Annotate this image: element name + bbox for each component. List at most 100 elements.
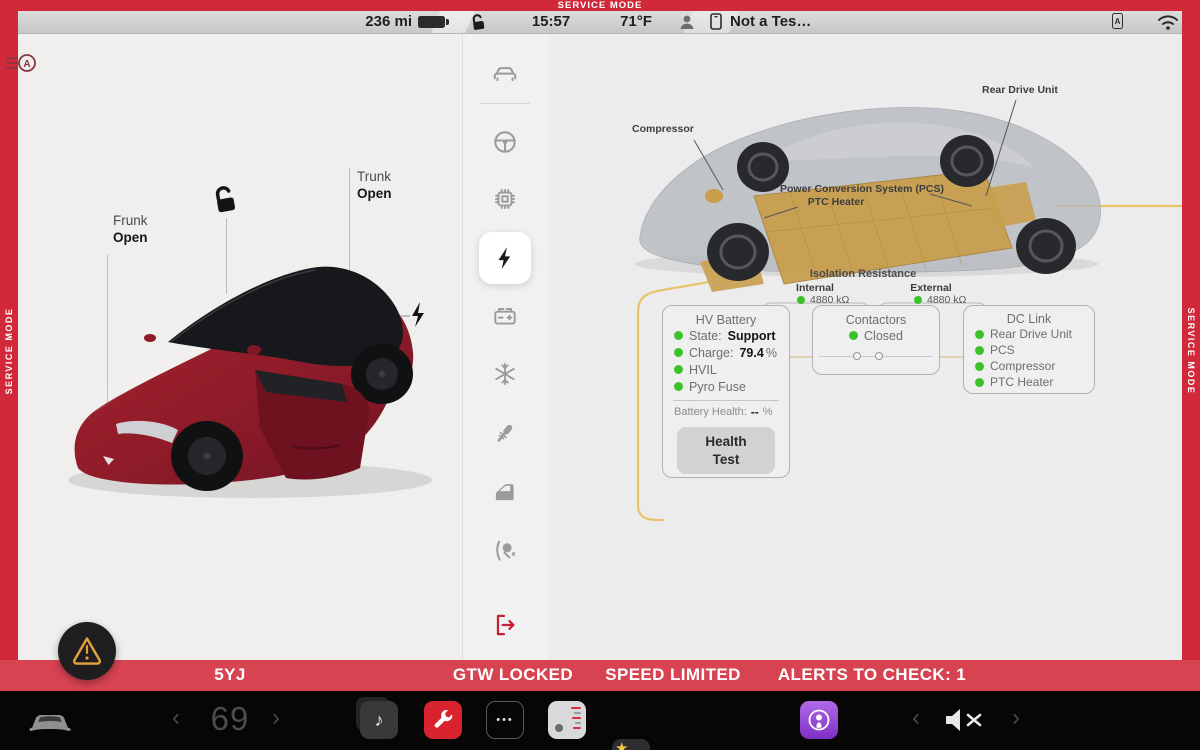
dc-link-row: Compressor bbox=[964, 358, 1094, 374]
contactor-terminal bbox=[875, 352, 883, 360]
driver-profile-icon[interactable] bbox=[678, 14, 696, 30]
vehicle-illustration bbox=[55, 250, 445, 500]
outside-temperature[interactable]: 71°F bbox=[604, 13, 668, 30]
tuner-tick bbox=[573, 727, 581, 729]
health-unit: % bbox=[763, 406, 773, 418]
status-dot bbox=[674, 382, 683, 391]
status-dot bbox=[674, 348, 683, 357]
sidebar-item-steering[interactable] bbox=[479, 116, 531, 168]
contactor-terminal bbox=[853, 352, 861, 360]
warning-triangle-icon bbox=[70, 636, 104, 666]
shock-absorber-icon bbox=[491, 419, 519, 447]
temp-decrease-chevron[interactable]: ‹ bbox=[172, 703, 180, 733]
service-mode-label-left: SERVICE MODE bbox=[4, 308, 14, 395]
door-icon bbox=[491, 478, 519, 506]
dc-link-row: Rear Drive Unit bbox=[964, 326, 1094, 342]
trunk-state: Open bbox=[357, 186, 392, 201]
trunk-label: Trunk bbox=[357, 169, 391, 184]
cabin-temperature[interactable]: 69 bbox=[198, 700, 262, 738]
music-note-glyph: ♪ bbox=[375, 710, 384, 731]
temp-increase-chevron[interactable]: › bbox=[272, 703, 280, 733]
trunk-status[interactable]: Trunk Open bbox=[357, 168, 392, 202]
volume-muted-icon[interactable] bbox=[942, 706, 986, 734]
battery-health-row: Battery Health: -- % bbox=[663, 404, 789, 420]
vin-label: 5YJ bbox=[214, 665, 245, 685]
sidebar-item-thermal[interactable] bbox=[479, 348, 531, 400]
toybox-app-icon[interactable]: ★ bbox=[612, 739, 650, 750]
star-shape: ★ bbox=[615, 739, 628, 750]
hv-charge-row: Charge: 79.4% bbox=[663, 344, 789, 361]
service-app-icon[interactable] bbox=[424, 701, 462, 739]
unlocked-icon[interactable] bbox=[468, 12, 488, 32]
auto-headlight-icon: A bbox=[4, 50, 40, 78]
hv-hvil-row: HVIL bbox=[663, 361, 789, 378]
rear-drive-unit-label: Rear Drive Unit bbox=[982, 84, 1058, 96]
sidebar-item-closures[interactable] bbox=[479, 466, 531, 518]
isolation-external-value: 4880 kΩ bbox=[927, 294, 966, 306]
compressor-label: Compressor bbox=[632, 123, 694, 135]
sidebar-item-vehicle[interactable] bbox=[479, 47, 531, 99]
all-apps-icon[interactable]: ••• bbox=[486, 701, 524, 739]
frunk-label: Frunk bbox=[113, 213, 148, 228]
pcs-label: Power Conversion System (PCS) bbox=[762, 183, 962, 195]
sidebar-item-airbag[interactable] bbox=[479, 525, 531, 577]
podcasts-icon bbox=[806, 707, 832, 733]
sidebar-item-low-voltage-battery[interactable] bbox=[479, 290, 531, 342]
podcasts-app-icon[interactable] bbox=[800, 701, 838, 739]
12v-battery-icon bbox=[491, 302, 519, 330]
media-app-icon[interactable]: ♪ bbox=[360, 701, 398, 739]
alerts-warning-button[interactable] bbox=[58, 622, 116, 680]
charge-label: Charge: bbox=[689, 346, 733, 360]
bluetooth-device-name[interactable]: Not a Tes… bbox=[730, 13, 811, 30]
battery-icon bbox=[418, 16, 445, 28]
status-bar bbox=[18, 11, 1182, 34]
status-dot bbox=[674, 365, 683, 374]
sidebar-item-modules[interactable] bbox=[479, 173, 531, 225]
snowflake-icon bbox=[491, 360, 519, 388]
status-dot bbox=[975, 362, 984, 371]
airbag-icon bbox=[491, 537, 519, 565]
vehicle-unlocked-icon[interactable] bbox=[208, 184, 240, 216]
contactors-state: Closed bbox=[864, 329, 903, 343]
tesla-service-mode-screen: 236 mi 15:57 71°F Not a Tes… A SERVICE M… bbox=[0, 0, 1200, 750]
volume-down-chevron[interactable]: ‹ bbox=[912, 703, 920, 733]
volume-up-chevron[interactable]: › bbox=[1012, 703, 1020, 733]
dc-link-row: PCS bbox=[964, 342, 1094, 358]
pyro-label: Pyro Fuse bbox=[689, 380, 746, 394]
tuner-tick bbox=[571, 707, 581, 709]
status-dot bbox=[849, 331, 858, 340]
phone-icon bbox=[710, 13, 722, 30]
tuner-knob bbox=[555, 724, 563, 732]
status-dot bbox=[975, 346, 984, 355]
frunk-status[interactable]: Frunk Open bbox=[113, 212, 148, 246]
vehicle-controls-icon[interactable] bbox=[26, 702, 74, 738]
wifi-icon[interactable] bbox=[1156, 13, 1180, 31]
ellipsis-glyph: ••• bbox=[496, 714, 514, 726]
internal-status-dot bbox=[797, 296, 805, 304]
isolation-internal-label: Internal bbox=[775, 282, 855, 294]
contactors-state-row: Closed bbox=[813, 327, 939, 344]
chip-icon bbox=[491, 185, 519, 213]
sidebar-item-exit-service[interactable] bbox=[479, 599, 531, 651]
status-dot bbox=[674, 331, 683, 340]
logout-icon bbox=[491, 611, 519, 639]
tuner-tick bbox=[572, 717, 581, 719]
health-test-button[interactable]: Health Test bbox=[677, 427, 775, 474]
isolation-external-label: External bbox=[891, 282, 971, 294]
status-dot bbox=[975, 330, 984, 339]
hv-pyro-row: Pyro Fuse bbox=[663, 378, 789, 395]
isolation-resistance-title: Isolation Resistance bbox=[793, 268, 933, 280]
sidebar-item-high-voltage[interactable] bbox=[479, 232, 531, 284]
sidebar-item-suspension[interactable] bbox=[479, 407, 531, 459]
panel-separator bbox=[673, 400, 779, 401]
charge-value: 79.4 bbox=[739, 346, 763, 360]
contactors-panel: Contactors Closed bbox=[812, 305, 940, 375]
phone-key-letter: A bbox=[1115, 17, 1121, 26]
phone-key-icon: A bbox=[1112, 13, 1123, 29]
external-status-dot bbox=[914, 296, 922, 304]
state-label: State: bbox=[689, 329, 722, 343]
tuner-app-icon[interactable] bbox=[548, 701, 586, 739]
alerts-to-check-label[interactable]: ALERTS TO CHECK: 1 bbox=[778, 665, 966, 685]
ptc-heater-label: PTC Heater bbox=[786, 196, 886, 208]
status-dot bbox=[975, 378, 984, 387]
